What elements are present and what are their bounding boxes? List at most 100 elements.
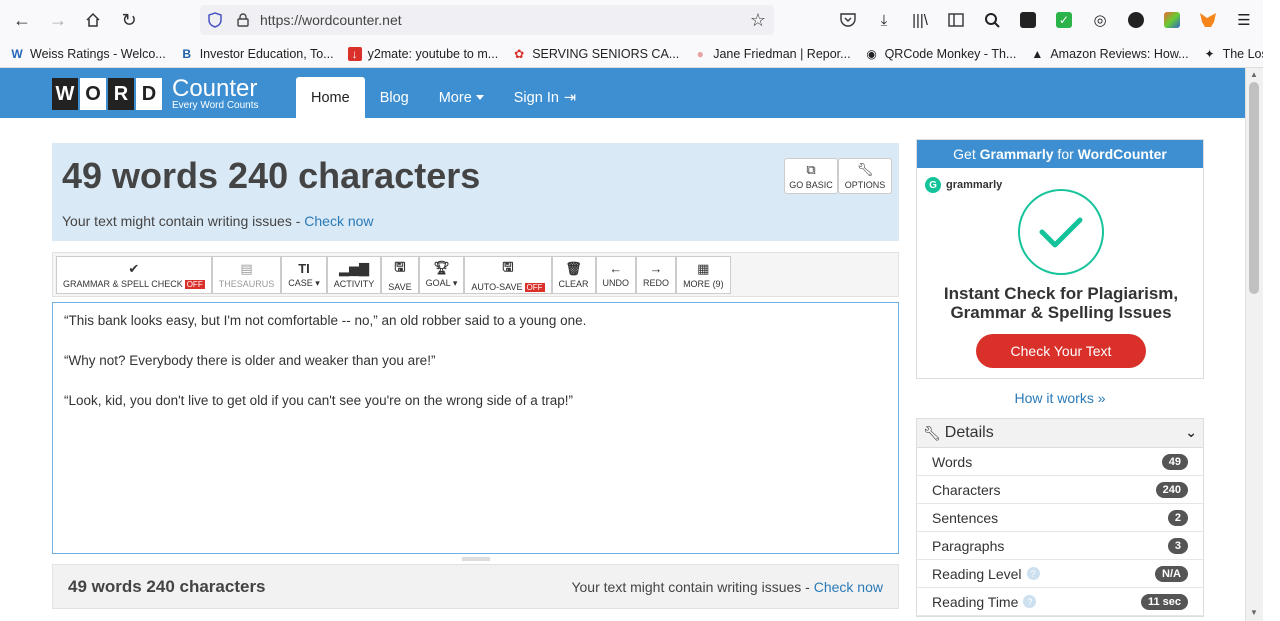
- redo-button[interactable]: → REDO: [636, 255, 677, 294]
- nav-more-label: More: [438, 89, 472, 106]
- bookmark-item[interactable]: ◉ QRCode Monkey - Th...: [865, 46, 1017, 61]
- editor-resize-handle[interactable]: [462, 557, 490, 561]
- thesaurus-label: THESAURUS: [218, 278, 275, 289]
- bookmark-star-icon[interactable]: ☆: [750, 10, 766, 31]
- text-editor[interactable]: “This bank looks easy, but I'm not comfo…: [52, 302, 899, 554]
- circle-extension-icon[interactable]: ◎: [1082, 8, 1118, 32]
- details-header[interactable]: 🔧︎ Details ⌄: [917, 419, 1203, 448]
- auto-save-button[interactable]: 🖫 AUTO-SAVE OFF: [464, 255, 552, 294]
- bottom-issue-text: Your text might contain writing issues -: [571, 579, 814, 595]
- bookmark-icon: ✿: [514, 46, 525, 61]
- pocket-icon[interactable]: [830, 8, 866, 32]
- bookmark-item[interactable]: ▲ Amazon Reviews: How...: [1030, 47, 1188, 61]
- issue-text: Your text might contain writing issues -: [62, 213, 305, 229]
- reload-icon[interactable]: ↻: [111, 4, 147, 36]
- book-icon: ▤: [240, 260, 253, 276]
- clear-label: CLEAR: [558, 278, 589, 289]
- logo-counter-text: Counter: [172, 75, 258, 102]
- colorful-extension-icon[interactable]: [1154, 8, 1190, 32]
- bookmark-item[interactable]: ● Jane Friedman | Repor...: [693, 46, 851, 61]
- activity-button[interactable]: ▂▅▇ ACTIVITY: [326, 255, 382, 294]
- detail-row-sentences: Sentences 2: [917, 504, 1203, 532]
- more-button[interactable]: ▦ MORE (9): [676, 255, 731, 294]
- bar-chart-icon: ▂▅▇: [339, 260, 370, 276]
- thesaurus-button[interactable]: ▤ THESAURUS: [211, 255, 282, 294]
- how-it-works-link[interactable]: How it works »: [916, 390, 1204, 406]
- off-badge: OFF: [524, 282, 545, 292]
- logo-wordmark: Counter Every Word Counts: [172, 77, 259, 111]
- check-now-link[interactable]: Check now: [304, 213, 373, 229]
- off-badge: OFF: [184, 279, 205, 289]
- nav-sign-in[interactable]: Sign In ⇥: [499, 77, 591, 118]
- lock-icon[interactable]: [234, 11, 252, 29]
- bookmark-label: QRCode Monkey - Th...: [884, 46, 1017, 61]
- chevron-down-icon[interactable]: ⌄: [1185, 424, 1197, 441]
- scroll-down-icon[interactable]: ▼: [1250, 608, 1258, 617]
- detail-label: Reading Time: [932, 593, 1019, 610]
- bottom-writing-issues: Your text might contain writing issues -…: [571, 579, 883, 595]
- options-button[interactable]: 🔧︎ OPTIONS: [838, 158, 892, 194]
- site-logo[interactable]: W O R D Counter Every Word Counts: [52, 77, 259, 111]
- bookmark-item[interactable]: ↓ y2mate: youtube to m...: [347, 46, 499, 61]
- go-basic-button[interactable]: ⧉ GO BASIC: [784, 158, 838, 194]
- address-bar[interactable]: https://wordcounter.net ☆: [200, 5, 774, 35]
- goal-button[interactable]: 🏆︎ GOAL ▾: [418, 255, 465, 294]
- window-edge: [1263, 0, 1280, 621]
- shield-icon[interactable]: [206, 11, 224, 29]
- bookmark-label: SERVING SENIORS CA...: [532, 46, 680, 61]
- editor-paragraph: “This bank looks easy, but I'm not comfo…: [64, 313, 587, 328]
- bookmark-item[interactable]: W Weiss Ratings - Welco...: [10, 47, 165, 61]
- bookmark-label: Jane Friedman | Repor...: [713, 46, 851, 61]
- clear-button[interactable]: 🗑︎ CLEAR: [551, 255, 596, 294]
- checkmark-icon: ✔: [128, 260, 140, 276]
- menu-hamburger-icon[interactable]: ☰: [1226, 8, 1262, 32]
- download-icon[interactable]: ⤓: [866, 8, 902, 32]
- detail-label: Paragraphs: [932, 537, 1005, 554]
- page-scrollbar[interactable]: ▲ ▼: [1245, 68, 1263, 621]
- home-icon[interactable]: [75, 4, 111, 36]
- bookmark-label: Investor Education, To...: [199, 46, 334, 61]
- bookmark-label: y2mate: youtube to m...: [367, 46, 499, 61]
- nav-home[interactable]: Home: [296, 77, 365, 118]
- back-arrow-icon[interactable]: ←: [4, 4, 40, 36]
- help-icon[interactable]: ?: [1026, 567, 1040, 580]
- ad-title-line1: Instant Check for Plagiarism,: [943, 284, 1179, 303]
- bottom-check-now-link[interactable]: Check now: [814, 579, 883, 595]
- editor-paragraph: “Why not? Everybody there is older and w…: [64, 353, 436, 368]
- url-text[interactable]: https://wordcounter.net: [260, 12, 402, 28]
- grammarly-ad[interactable]: Get Grammarly for WordCounter G grammarl…: [916, 139, 1204, 379]
- bookmark-item[interactable]: ✿ SERVING SENIORS CA...: [512, 47, 679, 61]
- bookmark-icon: ↓: [347, 46, 362, 61]
- scroll-up-icon[interactable]: ▲: [1250, 70, 1258, 79]
- text-case-icon: TI: [298, 260, 310, 276]
- nav-more[interactable]: More: [424, 77, 499, 118]
- reader-view-icon[interactable]: [938, 8, 974, 32]
- grid-icon: ▦: [697, 260, 710, 276]
- check-extension-icon[interactable]: ✓: [1046, 8, 1082, 32]
- undo-button[interactable]: ← UNDO: [595, 255, 637, 294]
- bookmark-item[interactable]: B Investor Education, To...: [180, 46, 334, 61]
- metamask-fox-icon[interactable]: [1190, 8, 1226, 32]
- wrench-icon: 🔧︎: [856, 162, 874, 177]
- logo-letter: D: [136, 78, 162, 110]
- details-panel: 🔧︎ Details ⌄ Words 49 Characters 240 Sen…: [916, 418, 1204, 617]
- dark-extension-icon[interactable]: [1010, 8, 1046, 32]
- save-button[interactable]: 🖫 SAVE: [381, 255, 419, 294]
- library-icon[interactable]: |||\: [902, 8, 938, 32]
- logo-tagline: Every Word Counts: [172, 100, 259, 111]
- nav-blog[interactable]: Blog: [365, 77, 424, 118]
- arrow-right-icon: →: [649, 261, 663, 276]
- scroll-thumb[interactable]: [1249, 82, 1259, 294]
- detail-badge: 240: [1155, 482, 1188, 498]
- activity-label: ACTIVITY: [333, 278, 375, 289]
- pen-extension-icon[interactable]: [1118, 8, 1154, 32]
- go-basic-label: GO BASIC: [789, 180, 833, 190]
- forward-arrow-icon[interactable]: →: [40, 4, 76, 36]
- help-icon[interactable]: ?: [1023, 595, 1037, 608]
- grammar-label: GRAMMAR & SPELL CHECK: [63, 278, 183, 289]
- check-your-text-button[interactable]: Check Your Text: [976, 334, 1146, 368]
- detail-label: Reading Level: [932, 565, 1022, 582]
- grammar-check-button[interactable]: ✔ GRAMMAR & SPELL CHECK OFF: [56, 255, 212, 294]
- search-extension-icon[interactable]: [974, 8, 1010, 32]
- case-button[interactable]: TI CASE ▾: [281, 255, 327, 294]
